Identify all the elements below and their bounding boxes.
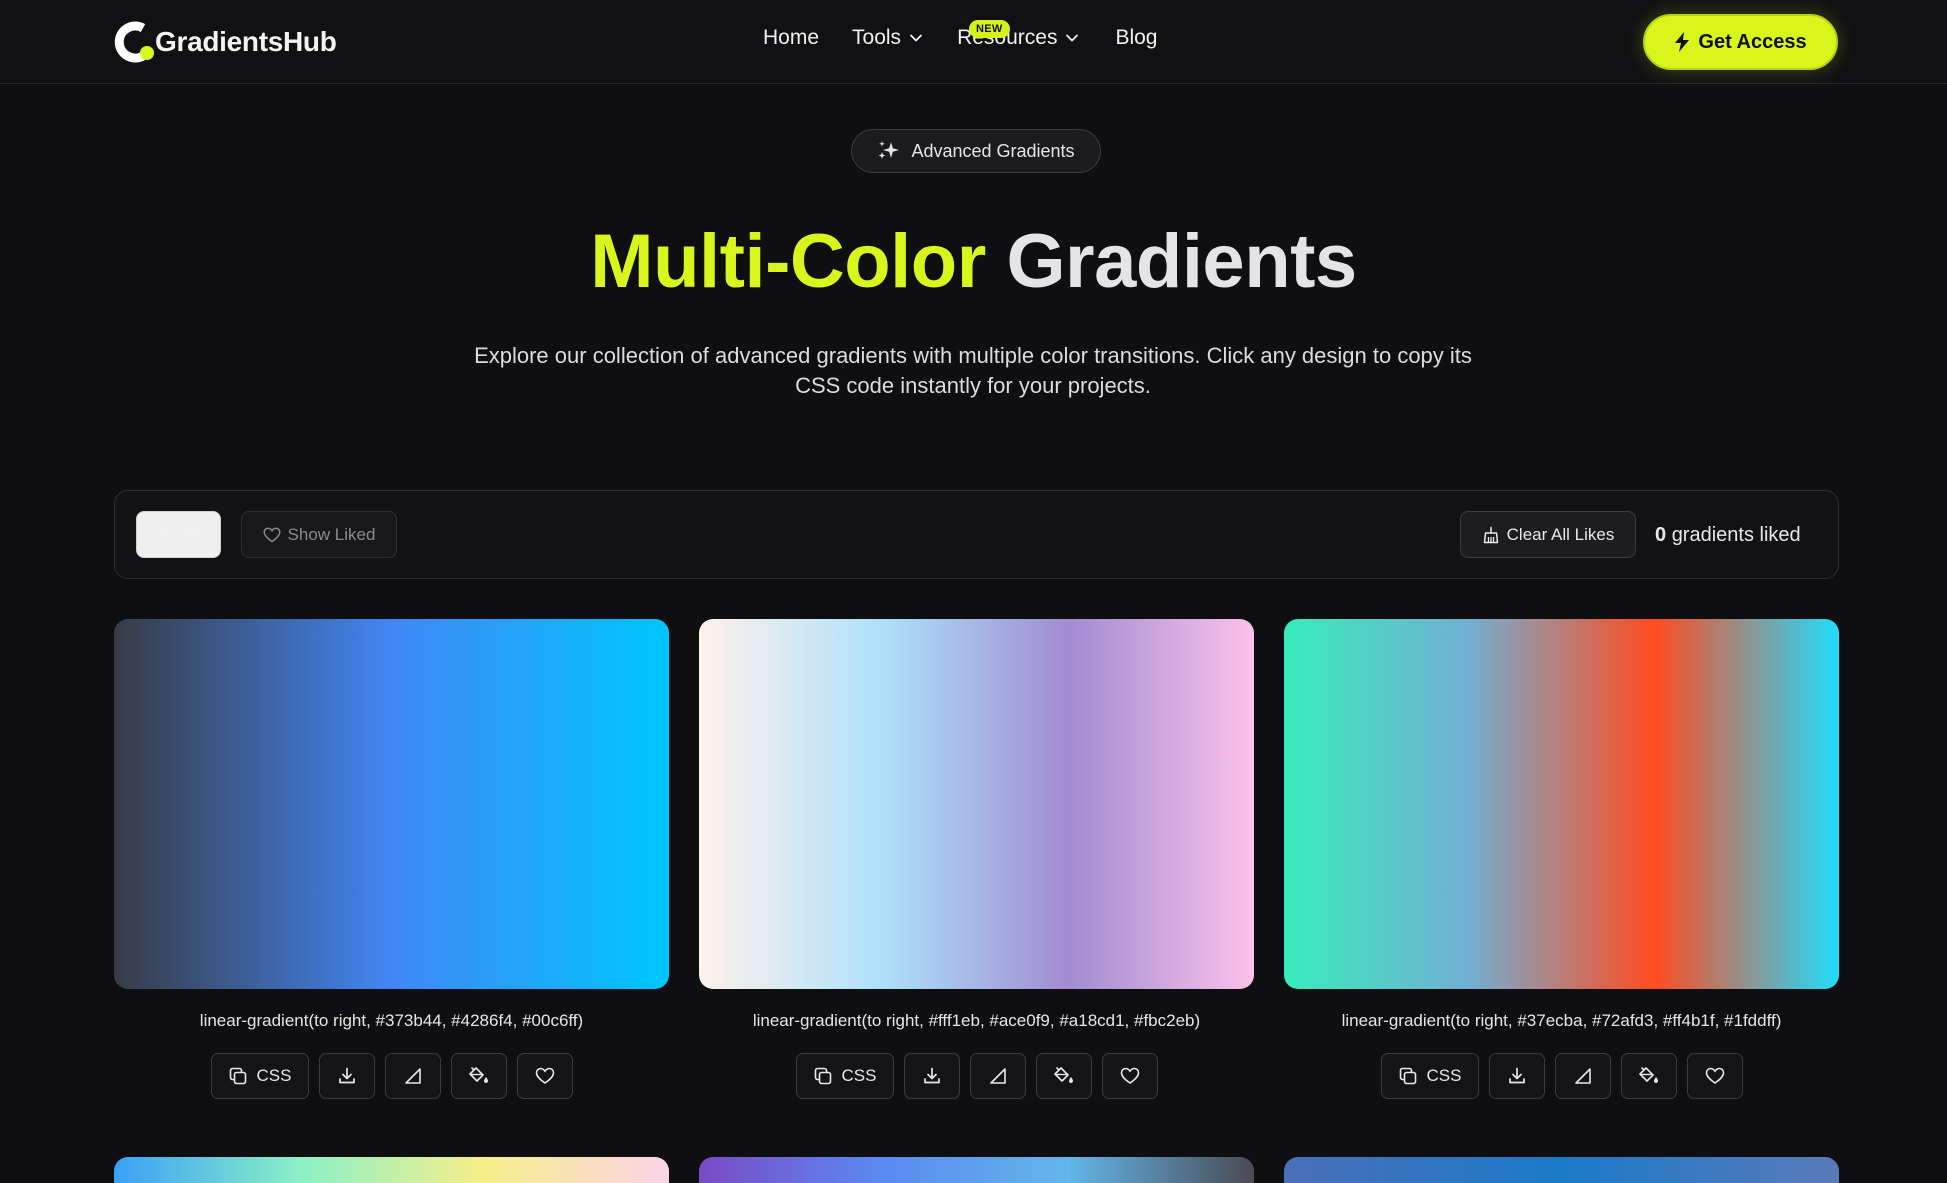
page-title: Multi-Color Gradients	[0, 218, 1947, 305]
heart-icon	[1120, 1067, 1140, 1085]
copy-icon	[813, 1066, 833, 1086]
liked-count-value: 0	[1655, 524, 1667, 546]
heart-icon	[535, 1067, 555, 1085]
copy-icon	[228, 1066, 248, 1086]
angle-button[interactable]	[969, 1053, 1026, 1099]
clear-all-likes-label: Clear All Likes	[1506, 524, 1615, 544]
apply-background-button[interactable]	[450, 1053, 507, 1099]
apply-background-button[interactable]	[1035, 1053, 1092, 1099]
clear-all-likes-button[interactable]: Clear All Likes	[1460, 511, 1636, 558]
card-actions: CSS	[699, 1053, 1254, 1099]
download-button[interactable]	[318, 1053, 375, 1099]
new-badge: NEW	[969, 20, 1010, 38]
liked-count-text: 0 gradients liked	[1655, 524, 1801, 547]
nav-home-link[interactable]: Home	[763, 26, 819, 50]
download-icon	[1507, 1066, 1527, 1086]
gradient-swatch[interactable]	[114, 619, 669, 989]
gradient-css-label: linear-gradient(to right, #373b44, #4286…	[199, 1011, 584, 1030]
get-access-label: Get Access	[1698, 30, 1807, 53]
nav-tools-label: Tools	[852, 26, 902, 49]
apply-background-button[interactable]	[1620, 1053, 1677, 1099]
gradient-swatch[interactable]	[1284, 619, 1839, 989]
download-button[interactable]	[1488, 1053, 1545, 1099]
download-button[interactable]	[903, 1053, 960, 1099]
angle-icon	[1573, 1066, 1593, 1086]
angle-icon	[403, 1066, 423, 1086]
heart-icon	[262, 526, 281, 543]
gradient-swatch[interactable]	[114, 1157, 669, 1183]
nav-blog-label: Blog	[1115, 26, 1158, 49]
download-icon	[922, 1066, 942, 1086]
gradient-css-label: linear-gradient(to right, #fff1eb, #ace0…	[752, 1011, 1201, 1030]
nav-blog-link[interactable]: Blog	[1115, 26, 1157, 50]
title-rest: Gradients	[1006, 219, 1357, 304]
copy-css-button[interactable]: CSS	[210, 1053, 309, 1099]
gradient-card: linear-gradient(to right, #37ecba, #72af…	[1284, 619, 1839, 1099]
paint-bucket-icon	[1053, 1066, 1075, 1086]
broom-icon	[1482, 526, 1500, 544]
filter-all-button[interactable]: All	[136, 511, 221, 558]
brand-name: GradientsHub	[155, 26, 337, 57]
gradient-card: linear-gradient(to right, #fff1eb, #ace0…	[699, 619, 1254, 1099]
copy-css-label: CSS	[1426, 1066, 1462, 1085]
gradient-swatch[interactable]	[699, 619, 1254, 989]
page-subtitle: Explore our collection of advanced gradi…	[474, 343, 1472, 398]
get-access-button[interactable]: Get Access	[1643, 14, 1838, 70]
liked-count-suffix: gradients liked	[1671, 524, 1801, 546]
filter-all-label: All	[181, 524, 200, 544]
like-button[interactable]	[1686, 1053, 1743, 1099]
lightning-icon	[1674, 32, 1690, 52]
main-nav: Home Tools NEW Resources Blog	[763, 20, 1157, 50]
card-actions: CSS	[1284, 1053, 1839, 1099]
chevron-down-icon	[1065, 31, 1079, 45]
copy-css-button[interactable]: CSS	[1380, 1053, 1479, 1099]
gradient-card: linear-gradient(to right, #373b44, #4286…	[114, 619, 669, 1099]
eye-icon	[157, 527, 175, 542]
angle-icon	[988, 1066, 1008, 1086]
chevron-down-icon	[909, 31, 923, 45]
logo-icon	[113, 20, 161, 64]
pill-label: Advanced Gradients	[911, 140, 1075, 161]
gradient-swatch[interactable]	[699, 1157, 1254, 1183]
nav-tools-dropdown[interactable]: Tools NEW	[852, 20, 1010, 50]
angle-button[interactable]	[384, 1053, 441, 1099]
card-actions: CSS	[114, 1053, 669, 1099]
advanced-gradients-pill: Advanced Gradients	[851, 129, 1101, 173]
show-liked-button[interactable]: Show Liked	[241, 511, 397, 558]
sparkles-icon	[877, 140, 901, 162]
copy-css-label: CSS	[841, 1066, 877, 1085]
title-accent: Multi-Color	[590, 219, 986, 304]
paint-bucket-icon	[468, 1066, 490, 1086]
show-liked-label: Show Liked	[287, 524, 376, 544]
top-navbar: GradientsHub Home Tools NEW Resources Bl…	[0, 0, 1947, 84]
copy-css-label: CSS	[256, 1066, 292, 1085]
gradient-css-label: linear-gradient(to right, #37ecba, #72af…	[1341, 1011, 1782, 1030]
like-button[interactable]	[1101, 1053, 1158, 1099]
heart-icon	[1705, 1067, 1725, 1085]
brand-logo[interactable]: GradientsHub	[113, 20, 337, 64]
download-icon	[337, 1066, 357, 1086]
like-button[interactable]	[516, 1053, 573, 1099]
nav-home-label: Home	[763, 26, 820, 49]
gradient-swatch[interactable]	[1284, 1157, 1839, 1183]
angle-button[interactable]	[1554, 1053, 1611, 1099]
copy-css-button[interactable]: CSS	[795, 1053, 894, 1099]
copy-icon	[1398, 1066, 1418, 1086]
paint-bucket-icon	[1638, 1066, 1660, 1086]
filter-bar: All Show Liked Clear All Likes 0 gradien…	[114, 490, 1839, 579]
